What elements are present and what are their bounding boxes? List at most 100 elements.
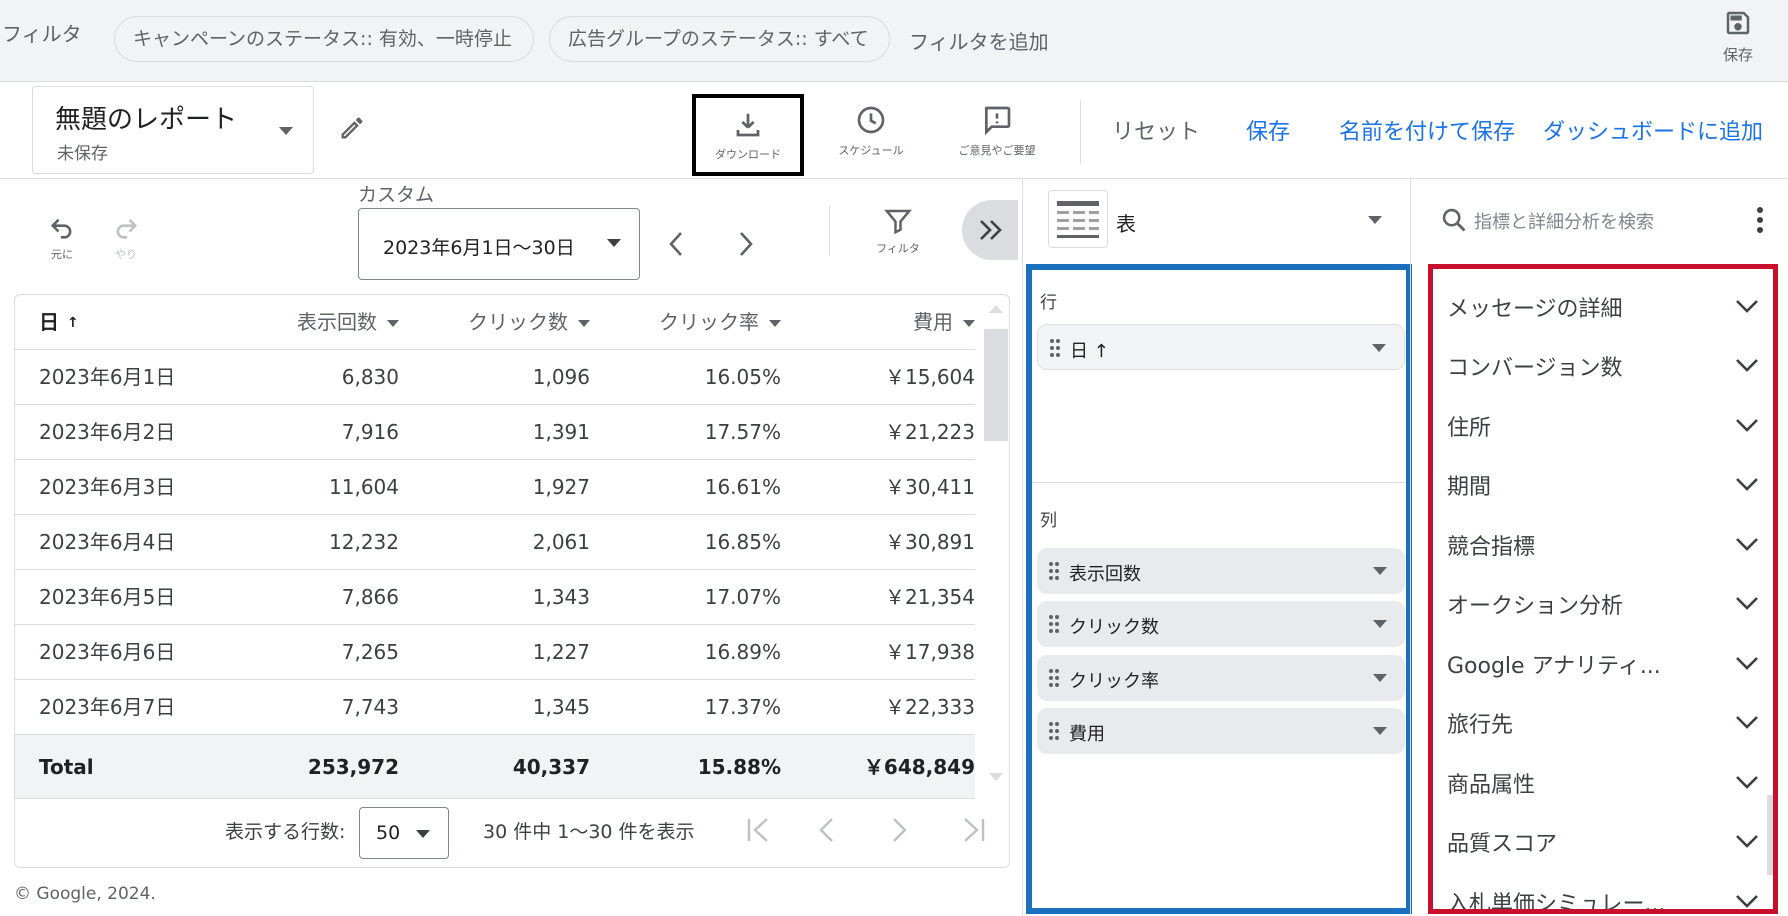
cell-cost: ￥22,333 — [885, 695, 975, 719]
drag-handle-icon[interactable] — [1050, 339, 1060, 357]
reset-button[interactable]: リセット — [1112, 114, 1200, 146]
category-product-attributes[interactable]: 商品属性 — [1447, 753, 1758, 812]
previous-page-icon[interactable] — [817, 815, 837, 845]
header-ctr[interactable]: クリック率 — [659, 295, 781, 350]
add-to-dashboard-button[interactable]: ダッシュボードに追加 — [1543, 114, 1763, 146]
drag-handle-icon[interactable] — [1049, 615, 1059, 633]
chevron-right-icon[interactable] — [736, 230, 756, 258]
table-viz-icon — [1048, 190, 1108, 248]
last-page-icon[interactable] — [959, 815, 987, 845]
header-clicks[interactable]: クリック数 — [468, 295, 590, 350]
filter-save-button[interactable]: 保存 — [1710, 8, 1766, 65]
category-competitive-metrics[interactable]: 競合指標 — [1447, 515, 1758, 574]
feedback-icon — [984, 106, 1011, 136]
caret-down-icon[interactable] — [1373, 620, 1387, 628]
metrics-search-input[interactable]: 指標と詳細分析を検索 — [1474, 208, 1654, 234]
cell-ctr: 16.89% — [704, 640, 781, 664]
visualization-type-select[interactable]: 表 — [1048, 186, 1390, 256]
rows-per-page-label: 表示する行数: — [225, 821, 346, 843]
controls-divider — [829, 206, 830, 256]
category-label: コンバージョン数 — [1447, 356, 1623, 381]
sort-ascending-icon: ↑ — [67, 315, 79, 331]
feedback-button[interactable]: ご意見やご要望 — [942, 94, 1052, 158]
kebab-icon[interactable] — [1756, 206, 1764, 234]
category-label: 期間 — [1447, 475, 1492, 500]
next-page-icon[interactable] — [889, 815, 909, 845]
cell-day: 2023年6月2日 — [39, 420, 176, 444]
cell-impressions: 7,916 — [341, 420, 399, 444]
caret-down-icon[interactable] — [1372, 344, 1386, 352]
header-clicks-label: クリック数 — [468, 310, 568, 334]
undo-button[interactable]: 元に — [44, 214, 80, 262]
category-quality-score[interactable]: 品質スコア — [1447, 812, 1758, 871]
cell-ctr: 16.85% — [704, 530, 781, 554]
report-name-selector[interactable]: 無題のレポート 未保存 — [32, 86, 314, 174]
filter-label: フィルタ — [2, 22, 82, 46]
schedule-button[interactable]: スケジュール — [816, 94, 926, 158]
table-row: 2023年6月5日 7,866 1,343 17.07% ￥21,354 — [15, 570, 975, 625]
cell-impressions: 6,830 — [341, 365, 399, 389]
scroll-down-icon[interactable] — [989, 773, 1003, 781]
drag-handle-icon[interactable] — [1049, 562, 1059, 580]
category-period[interactable]: 期間 — [1447, 455, 1758, 514]
header-impressions[interactable]: 表示回数 — [297, 295, 399, 350]
expand-panel-button[interactable] — [962, 200, 1018, 260]
report-status: 未保存 — [57, 144, 108, 164]
category-destination[interactable]: 旅行先 — [1447, 693, 1758, 752]
chevron-down-icon — [1736, 359, 1758, 372]
download-icon — [736, 113, 760, 137]
column-field-ctr[interactable]: クリック率 — [1037, 655, 1405, 701]
rows-per-page-select[interactable]: 50 — [359, 807, 449, 859]
cell-ctr: 17.07% — [704, 585, 781, 609]
category-label: メッセージの詳細 — [1447, 297, 1623, 322]
date-range-picker[interactable]: 2023年6月1日～30日 — [358, 208, 640, 280]
chevron-down-icon — [1736, 478, 1758, 491]
row-field-day[interactable]: 日 ↑ — [1037, 324, 1405, 370]
scrollbar-thumb[interactable] — [984, 329, 1008, 441]
drag-handle-icon[interactable] — [1049, 722, 1059, 740]
pencil-icon[interactable] — [338, 114, 366, 142]
table-row: 2023年6月4日 12,232 2,061 16.85% ￥30,891 — [15, 515, 975, 570]
table-row: 2023年6月3日 11,604 1,927 16.61% ￥30,411 — [15, 460, 975, 515]
column-field-clicks[interactable]: クリック数 — [1037, 601, 1405, 647]
date-preset-label: カスタム — [358, 184, 435, 206]
add-filter-button[interactable]: フィルタを追加 — [909, 26, 1049, 55]
chevron-down-icon — [1736, 776, 1758, 789]
redo-button[interactable]: やり — [108, 214, 144, 262]
caret-down-icon — [1368, 216, 1382, 224]
table-filter-button[interactable]: フィルタ — [870, 206, 926, 256]
category-bid-simulator[interactable]: 入札単価シミュレー... — [1447, 872, 1758, 909]
column-field-label: 費用 — [1069, 724, 1105, 745]
metrics-search[interactable]: 指標と詳細分析を検索 — [1436, 198, 1776, 242]
caret-down-icon[interactable] — [1373, 674, 1387, 682]
category-conversions[interactable]: コンバージョン数 — [1447, 336, 1758, 395]
visualization-type-label: 表 — [1116, 212, 1136, 236]
category-address[interactable]: 住所 — [1447, 396, 1758, 455]
header-cost[interactable]: 費用 — [913, 295, 975, 350]
caret-down-icon[interactable] — [1373, 567, 1387, 575]
adgroup-status-filter-chip[interactable]: 広告グループのステータス:: すべて — [549, 16, 890, 62]
category-auction-insights[interactable]: オークション分析 — [1447, 574, 1758, 633]
metrics-scrollbar-thumb[interactable] — [1767, 795, 1773, 875]
category-message-details[interactable]: メッセージの詳細 — [1447, 277, 1758, 336]
campaign-status-filter-chip[interactable]: キャンペーンのステータス:: 有効、一時停止 — [114, 16, 534, 62]
save-as-button[interactable]: 名前を付けて保存 — [1339, 114, 1515, 146]
panel-divider — [1022, 178, 1023, 916]
cell-day: 2023年6月3日 — [39, 475, 176, 499]
drag-handle-icon[interactable] — [1049, 669, 1059, 687]
table-scrollbar[interactable] — [976, 295, 1009, 799]
save-button[interactable]: 保存 — [1246, 114, 1290, 146]
caret-down-icon[interactable] — [1373, 727, 1387, 735]
scroll-up-icon[interactable] — [989, 305, 1003, 313]
header-day-label: 日 — [39, 310, 59, 334]
column-field-impressions[interactable]: 表示回数 — [1037, 548, 1405, 594]
header-day[interactable]: 日 ↑ — [39, 295, 79, 350]
column-field-cost[interactable]: 費用 — [1037, 708, 1405, 754]
header-ctr-label: クリック率 — [659, 310, 759, 334]
download-button[interactable]: ダウンロード — [692, 94, 804, 176]
table-row: 2023年6月2日 7,916 1,391 17.57% ￥21,223 — [15, 405, 975, 460]
chevron-left-icon[interactable] — [666, 230, 686, 258]
category-google-analytics[interactable]: Google アナリティ... — [1447, 634, 1758, 693]
chevron-down-icon — [1736, 716, 1758, 729]
first-page-icon[interactable] — [745, 815, 773, 845]
